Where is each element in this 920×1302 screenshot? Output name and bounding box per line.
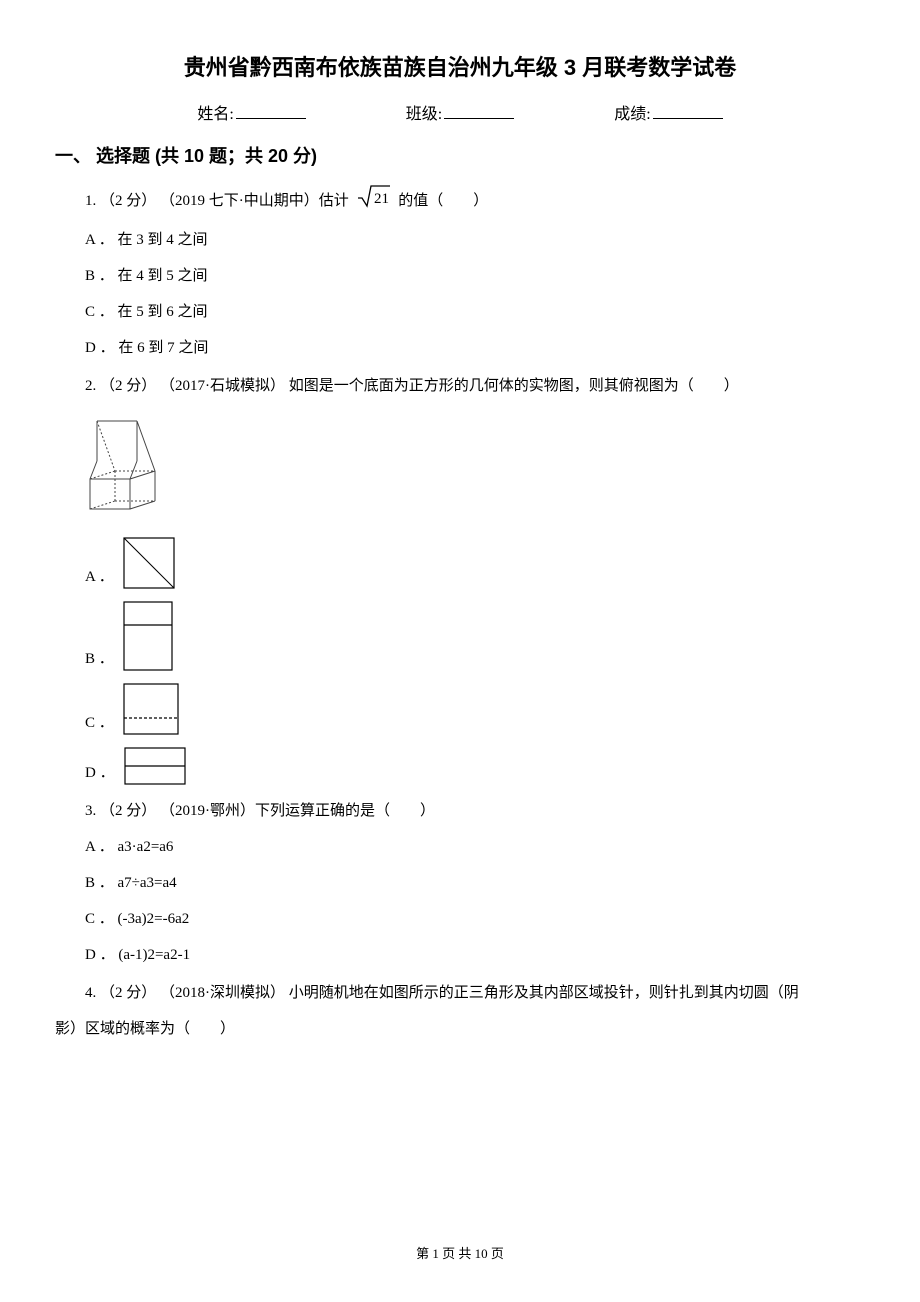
q1-option-b: B ． 在 4 到 5 之间 (85, 261, 865, 291)
q1-option-a: A ． 在 3 到 4 之间 (85, 225, 865, 255)
q2-stem: 2. （2 分） （2017·石城模拟） 如图是一个底面为正方形的几何体的实物图… (85, 371, 865, 401)
q2-option-d: D ． (85, 744, 865, 788)
name-field[interactable]: 姓名: (197, 100, 305, 124)
exam-title: 贵州省黔西南布依族苗族自治州九年级 3 月联考数学试卷 (55, 50, 865, 82)
q2-opt-a-figure (120, 534, 178, 592)
q1-suffix: 的值（ ） (398, 193, 488, 209)
q4-line2: 影）区域的概率为（ ） (55, 1021, 235, 1037)
section-1-header: 一、 选择题 (共 10 题；共 20 分) (55, 142, 865, 168)
name-label: 姓名: (197, 106, 233, 123)
class-label: 班级: (406, 106, 442, 123)
student-info-row: 姓名: 班级: 成绩: (55, 100, 865, 124)
q2-option-a: A ． (85, 534, 865, 592)
q1-option-c: C ． 在 5 到 6 之间 (85, 297, 865, 327)
score-label: 成绩: (614, 106, 650, 123)
q4-line2-wrap: 影）区域的概率为（ ） (55, 1014, 865, 1044)
class-field[interactable]: 班级: (406, 100, 514, 124)
q1-stem: 1. （2 分） （2019 七下·中山期中）估计 21 的值（ ） (85, 184, 865, 219)
sqrt-icon: 21 (357, 184, 391, 219)
q2-solid-figure (85, 409, 865, 524)
class-underline[interactable] (444, 118, 514, 119)
q2-opt-d-figure (121, 744, 189, 788)
q2-opt-b-figure (120, 598, 176, 674)
page-footer: 第 1 页 共 10 页 (0, 1243, 920, 1262)
q3-stem: 3. （2 分） （2019·鄂州）下列运算正确的是（ ） (85, 796, 865, 826)
score-field[interactable]: 成绩: (614, 100, 722, 124)
score-underline[interactable] (653, 118, 723, 119)
question-3: 3. （2 分） （2019·鄂州）下列运算正确的是（ ） A ． a3·a2=… (85, 796, 865, 970)
q1-prefix: 1. （2 分） （2019 七下·中山期中）估计 (85, 193, 349, 209)
q2-option-c: C ． (85, 680, 865, 738)
q3-option-a: A ． a3·a2=a6 (85, 832, 865, 862)
name-underline[interactable] (236, 118, 306, 119)
sqrt-value: 21 (374, 191, 389, 207)
question-4: 4. （2 分） （2018·深圳模拟） 小明随机地在如图所示的正三角形及其内部… (85, 978, 865, 1008)
q1-option-d: D ． 在 6 到 7 之间 (85, 333, 865, 363)
q2-option-b: B ． (85, 598, 865, 674)
q3-option-b: B ． a7÷a3=a4 (85, 868, 865, 898)
question-1: 1. （2 分） （2019 七下·中山期中）估计 21 的值（ ） A ． 在… (85, 184, 865, 363)
q3-option-d: D ． (a-1)2=a2-1 (85, 940, 865, 970)
q3-option-c: C ． (-3a)2=-6a2 (85, 904, 865, 934)
q2-options: A ． B ． C ． D ． (85, 534, 865, 788)
question-2: 2. （2 分） （2017·石城模拟） 如图是一个底面为正方形的几何体的实物图… (85, 371, 865, 401)
q4-line1: 4. （2 分） （2018·深圳模拟） 小明随机地在如图所示的正三角形及其内部… (85, 985, 799, 1001)
q2-opt-c-figure (120, 680, 182, 738)
